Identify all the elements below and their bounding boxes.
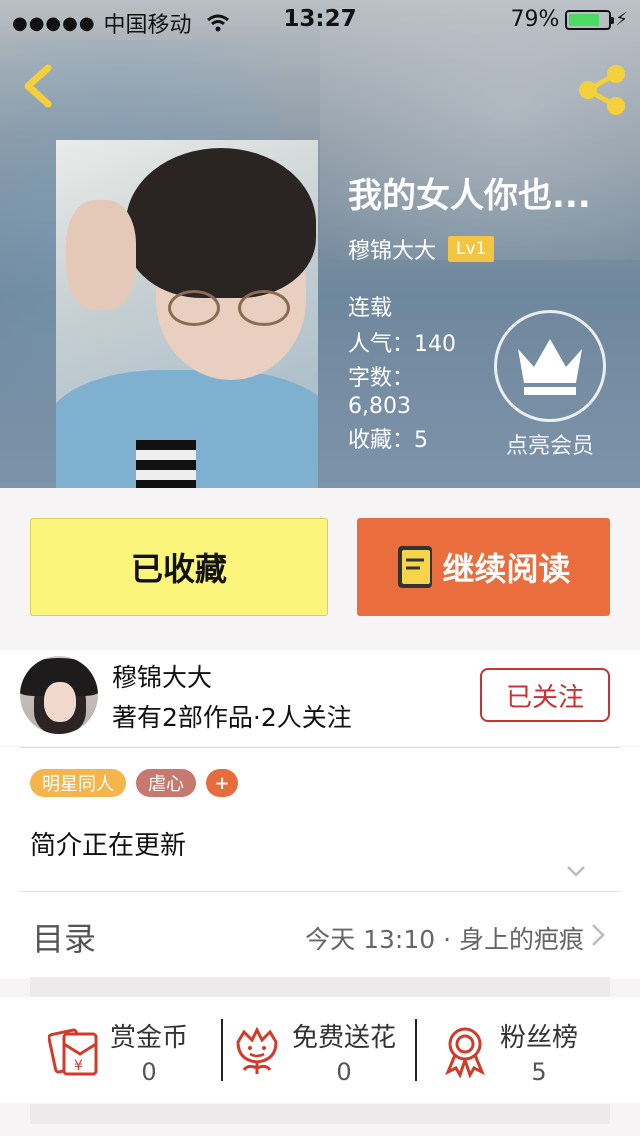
book-title: 我的女人你也... bbox=[348, 176, 591, 216]
reward-coins-label: 赏金币 bbox=[110, 1022, 189, 1053]
favorited-label: 已收藏 bbox=[130, 550, 227, 588]
follow-label: 已关注 bbox=[505, 682, 584, 713]
charging-icon: ⚡ bbox=[615, 9, 628, 30]
vip-button[interactable]: 点亮会员 bbox=[494, 310, 606, 459]
author-stats: 著有2部作品·2人关注 bbox=[112, 703, 352, 732]
share-icon bbox=[579, 65, 625, 115]
crown-icon bbox=[518, 339, 582, 395]
chevron-right-icon bbox=[592, 924, 605, 946]
follow-button[interactable]: 已关注 bbox=[480, 668, 610, 722]
book-header: ●●●●● 中国移动 13:27 79% ⚡ 我的女人你也... 穆锦大大 Lv… bbox=[0, 0, 640, 488]
fan-ranking-button[interactable]: 粉丝榜 5 bbox=[438, 1015, 578, 1087]
battery-icon bbox=[565, 9, 615, 30]
author-name: 穆锦大大 bbox=[112, 663, 213, 692]
section-separator bbox=[30, 977, 610, 997]
book-cover-image[interactable] bbox=[56, 140, 318, 488]
back-button[interactable] bbox=[14, 58, 66, 114]
book-icon bbox=[398, 546, 433, 588]
vip-label: 点亮会员 bbox=[505, 434, 594, 459]
status-bar: ●●●●● 中国移动 13:27 79% ⚡ bbox=[0, 0, 640, 40]
red-envelope-icon: ¥ bbox=[48, 1028, 98, 1076]
flower-icon bbox=[236, 1026, 278, 1074]
tag-item[interactable]: 虐心 bbox=[136, 769, 196, 797]
svg-text:¥: ¥ bbox=[74, 1058, 83, 1074]
send-flower-count: 0 bbox=[336, 1057, 352, 1086]
continue-reading-button[interactable]: 继续阅读 bbox=[357, 518, 610, 616]
book-intro: 简介正在更新 bbox=[30, 831, 187, 861]
toc-label: 目录 bbox=[32, 920, 97, 958]
table-of-contents-row[interactable]: 目录 今天 13:10 · 身上的疤痕 bbox=[0, 892, 640, 978]
book-detail-section: 明星同人 虐心 + 简介正在更新 目录 今天 13:10 · 身上的疤痕 bbox=[0, 747, 640, 979]
latest-chapter: 今天 13:10 · 身上的疤痕 bbox=[305, 925, 584, 954]
continue-reading-label: 继续阅读 bbox=[442, 550, 571, 588]
chevron-left-icon bbox=[24, 64, 52, 108]
share-button[interactable] bbox=[574, 62, 630, 118]
avatar[interactable] bbox=[20, 656, 98, 734]
action-bar: 已收藏 继续阅读 bbox=[0, 488, 640, 640]
level-badge: Lv1 bbox=[448, 236, 495, 262]
reward-coins-button[interactable]: ¥ 赏金币 0 bbox=[48, 1015, 188, 1087]
favorited-button[interactable]: 已收藏 bbox=[30, 518, 328, 616]
author-card[interactable]: 穆锦大大 著有2部作品·2人关注 已关注 bbox=[0, 650, 640, 746]
chevron-down-icon[interactable] bbox=[566, 861, 586, 881]
tag-list: 明星同人 虐心 + bbox=[30, 769, 248, 797]
send-flower-button[interactable]: 免费送花 0 bbox=[230, 1015, 396, 1087]
reward-stats: ¥ 赏金币 0 免费送花 0 粉丝榜 5 bbox=[0, 997, 640, 1103]
send-flower-label: 免费送花 bbox=[292, 1022, 397, 1053]
medal-icon bbox=[445, 1027, 485, 1078]
divider bbox=[221, 1019, 223, 1081]
battery-percent: 79% bbox=[510, 7, 560, 32]
add-tag-button[interactable]: + bbox=[206, 769, 238, 797]
divider bbox=[415, 1019, 417, 1081]
divider bbox=[20, 747, 620, 748]
section-separator bbox=[30, 1104, 610, 1124]
reward-coins-count: 0 bbox=[141, 1057, 157, 1086]
fan-ranking-count: 5 bbox=[531, 1057, 547, 1086]
fan-ranking-label: 粉丝榜 bbox=[500, 1022, 579, 1053]
tag-item[interactable]: 明星同人 bbox=[30, 769, 126, 797]
book-author[interactable]: 穆锦大大 bbox=[348, 233, 436, 265]
